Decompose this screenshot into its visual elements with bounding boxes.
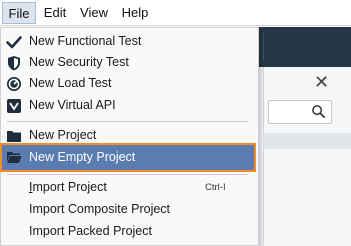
shortcut-label: Ctrl-I [205, 182, 226, 193]
menu-view[interactable]: View [78, 2, 110, 24]
menu-item-new-load-test[interactable]: New Load Test [2, 73, 256, 95]
menu-item-label: New Security Test [29, 55, 129, 69]
file-dropdown-menu: New Functional Test New Security Test Ne… [0, 27, 259, 246]
gauge-icon [7, 77, 21, 91]
close-icon[interactable]: ✕ [314, 72, 329, 93]
menu-item-label: Import Packed Project [29, 224, 152, 238]
menu-item-label: New Load Test [29, 76, 112, 90]
folder-open-icon [7, 152, 22, 163]
menu-item-new-security-test[interactable]: New Security Test [2, 52, 256, 74]
toolbar-separator [263, 33, 264, 61]
side-panel [263, 67, 351, 246]
menu-item-import-packed-project[interactable]: Import Packed Project [2, 221, 256, 243]
menu-item-new-empty-project[interactable]: New Empty Project [0, 143, 256, 172]
menu-item-label: New Functional Test [29, 34, 142, 48]
menu-separator [7, 174, 248, 175]
panel-list-row[interactable] [263, 133, 351, 149]
menu-item-label: New Empty Project [29, 150, 136, 164]
shield-icon [8, 56, 20, 71]
menu-item-label: Import Project [29, 180, 107, 194]
menu-item-label: New Project [29, 128, 97, 142]
check-icon [6, 36, 22, 49]
menu-help[interactable]: Help [118, 2, 152, 24]
menu-item-import-project[interactable]: Import Project Ctrl-I [2, 177, 256, 199]
folder-icon [7, 131, 21, 142]
menu-item-new-project[interactable]: New Project [2, 125, 256, 147]
menu-edit[interactable]: Edit [40, 2, 70, 24]
menu-item-new-virtual-api[interactable]: New Virtual API [2, 95, 256, 117]
search-icon[interactable] [311, 104, 326, 119]
menu-item-label: New Virtual API [29, 98, 116, 112]
virtual-api-icon [7, 99, 21, 113]
menu-item-label-rest: mport Project [32, 180, 107, 194]
menu-item-new-functional-test[interactable]: New Functional Test [2, 31, 256, 53]
menu-file[interactable]: File [2, 2, 36, 24]
menu-item-label: Import Composite Project [29, 202, 171, 216]
menu-item-import-composite-project[interactable]: Import Composite Project [2, 199, 256, 221]
menu-separator [7, 121, 248, 122]
menu-bar: File Edit View Help [0, 0, 351, 26]
